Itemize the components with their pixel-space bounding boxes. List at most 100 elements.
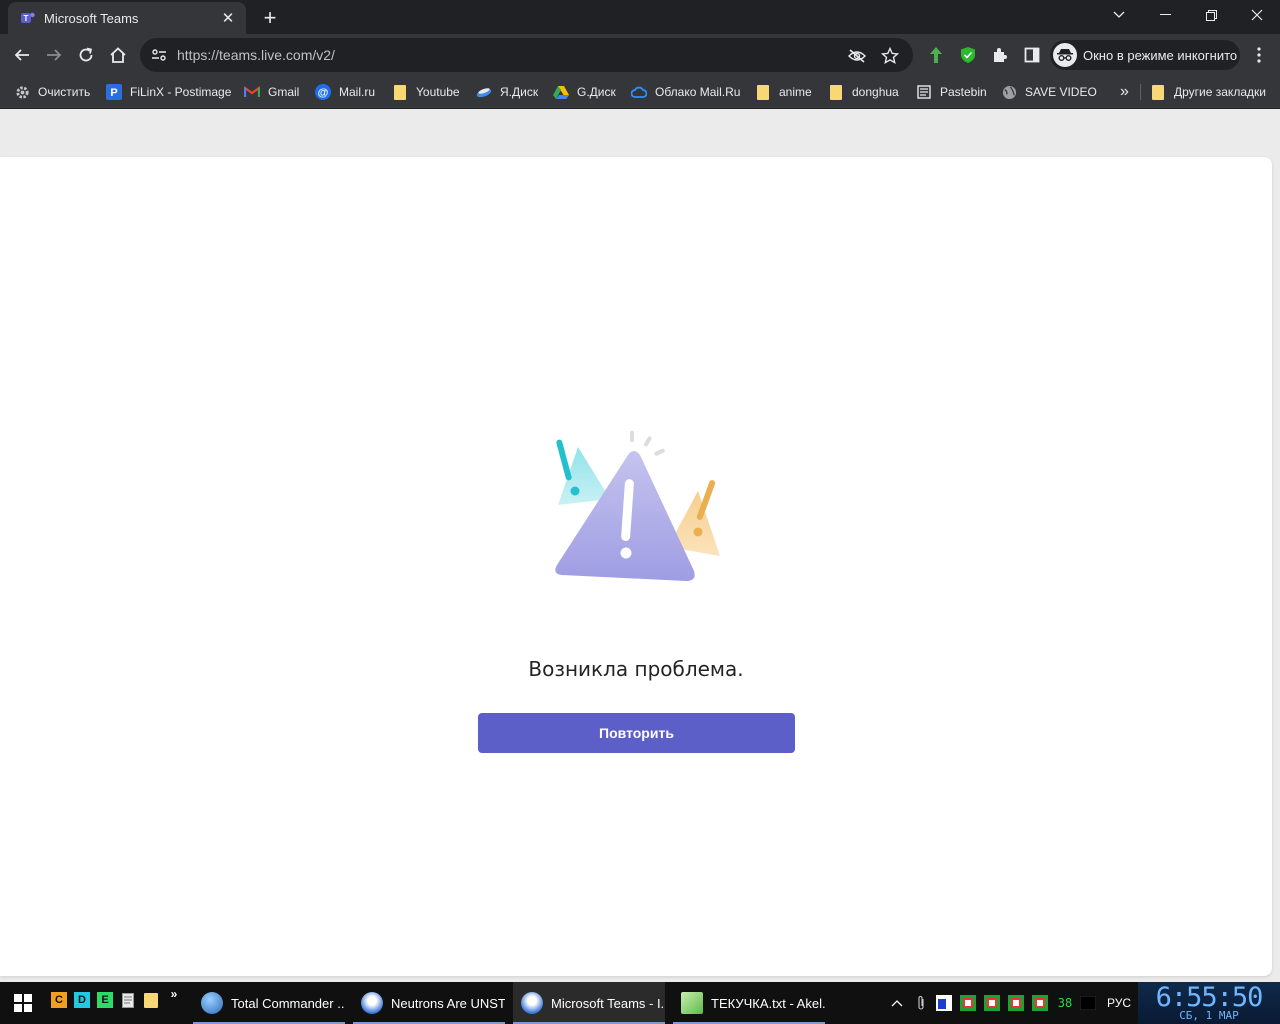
- quicklaunch-folder-icon[interactable]: [143, 992, 159, 1008]
- address-bar[interactable]: https://teams.live.com/v2/: [140, 38, 913, 72]
- pastebin-icon: [916, 84, 932, 100]
- eye-off-icon[interactable]: [847, 46, 867, 66]
- url-text[interactable]: https://teams.live.com/v2/: [177, 47, 335, 63]
- browser-toolbar: https://teams.live.com/v2/ Окно в режиме…: [0, 34, 1280, 76]
- taskbar-microsoft-teams[interactable]: Microsoft Teams - I...: [513, 982, 665, 1024]
- tray-chevron-up-icon[interactable]: [888, 994, 906, 1012]
- site-settings-icon[interactable]: [148, 44, 170, 66]
- tray-status-icon[interactable]: [984, 994, 1000, 1012]
- folder-icon: [755, 84, 771, 100]
- bookmark-yadisk[interactable]: Я.Диск: [476, 80, 538, 104]
- tray-app-icon[interactable]: [936, 994, 952, 1012]
- bookmarks-overflow-icon[interactable]: »: [1120, 80, 1129, 104]
- bookmark-label: Очистить: [38, 85, 91, 99]
- bookmark-postimage[interactable]: P FiLinX - Postimage: [106, 80, 231, 104]
- shield-extension-icon[interactable]: [958, 45, 978, 65]
- bookmark-label: anime: [779, 85, 812, 99]
- yadisk-icon: [476, 84, 492, 100]
- minimize-button[interactable]: [1142, 0, 1188, 30]
- home-button[interactable]: [102, 39, 134, 71]
- bookmark-label: G.Диск: [577, 85, 616, 99]
- paperclip-icon[interactable]: [913, 994, 929, 1012]
- error-title: Возникла проблема.: [528, 657, 744, 681]
- bookmark-pastebin[interactable]: Pastebin: [916, 80, 987, 104]
- gdrive-icon: [553, 84, 569, 100]
- arrow-up-extension-icon[interactable]: [926, 45, 946, 65]
- folder-icon: [392, 84, 408, 100]
- clock-date: СБ, 1 МАР: [1179, 1009, 1239, 1022]
- reload-button[interactable]: [70, 39, 102, 71]
- bookmark-label: Youtube: [416, 85, 460, 99]
- bookmark-label: Pastebin: [940, 85, 987, 99]
- windows-logo-icon: [14, 994, 32, 1012]
- svg-text:@: @: [318, 87, 329, 99]
- error-card: Возникла проблема. Повторить: [0, 157, 1272, 976]
- close-window-button[interactable]: [1234, 0, 1280, 30]
- language-indicator[interactable]: РУС: [1104, 994, 1134, 1012]
- tray-status-icon[interactable]: [960, 994, 976, 1012]
- bookmark-mailru[interactable]: @ Mail.ru: [315, 80, 375, 104]
- restore-button[interactable]: [1188, 0, 1234, 30]
- svg-text:P: P: [110, 87, 117, 99]
- akelpad-icon: [681, 992, 703, 1014]
- bookmark-gmail[interactable]: Gmail: [244, 80, 299, 104]
- tray-status-icon[interactable]: [1008, 994, 1024, 1012]
- menu-kebab-icon[interactable]: [1249, 45, 1269, 65]
- taskbar-clock[interactable]: 6:55:50 СБ, 1 МАР: [1138, 982, 1280, 1024]
- back-button[interactable]: [6, 39, 38, 71]
- quicklaunch-drive-e[interactable]: E: [97, 992, 113, 1008]
- forward-button[interactable]: [38, 39, 70, 71]
- quicklaunch-notepad-icon[interactable]: [120, 992, 136, 1008]
- bookmark-clear[interactable]: Очистить: [14, 80, 90, 104]
- tab-microsoft-teams[interactable]: T Microsoft Teams ✕: [8, 2, 246, 34]
- bookmark-anime[interactable]: anime: [755, 80, 812, 104]
- folder-icon: [828, 84, 844, 100]
- retry-button[interactable]: Повторить: [478, 713, 795, 753]
- extensions-puzzle-icon[interactable]: [990, 45, 1010, 65]
- quicklaunch-drive-d[interactable]: D: [74, 992, 90, 1008]
- bookmark-label: donghua: [852, 85, 899, 99]
- quicklaunch-more-icon[interactable]: »: [166, 986, 182, 1002]
- bookmark-cloud-mailru[interactable]: Облако Mail.Ru: [631, 80, 740, 104]
- bookmark-youtube[interactable]: Youtube: [392, 80, 460, 104]
- tab-close-icon[interactable]: ✕: [218, 8, 238, 28]
- gmail-icon: [244, 84, 260, 100]
- mailru-icon: @: [315, 84, 331, 100]
- windows-taskbar: C D E » Total Commander ... Neutrons Are…: [0, 982, 1280, 1024]
- side-panel-icon[interactable]: [1022, 45, 1042, 65]
- warning-illustration-icon: [548, 429, 728, 589]
- taskbar-total-commander[interactable]: Total Commander ...: [193, 982, 345, 1024]
- tray-counter[interactable]: 38: [1055, 994, 1075, 1012]
- new-tab-button[interactable]: +: [258, 5, 282, 30]
- task-label: Neutrons Are UNST...: [391, 995, 505, 1011]
- browser-app-icon: [521, 992, 543, 1014]
- start-button[interactable]: [0, 982, 46, 1024]
- incognito-indicator[interactable]: Окно в режиме инкогнито: [1050, 40, 1240, 70]
- tab-search-chevron-icon[interactable]: [1096, 0, 1142, 30]
- gear-icon: [14, 84, 30, 100]
- bookmark-other[interactable]: Другие закладки: [1150, 80, 1266, 104]
- bookmark-label: Я.Диск: [500, 85, 539, 99]
- tab-title: Microsoft Teams: [44, 10, 139, 26]
- globe-app-icon: [201, 992, 223, 1014]
- quicklaunch-drive-c[interactable]: C: [51, 992, 67, 1008]
- taskbar-neutrons[interactable]: Neutrons Are UNST...: [353, 982, 505, 1024]
- bookmark-label: FiLinX - Postimage: [130, 85, 232, 99]
- incognito-label: Окно в режиме инкогнито: [1083, 47, 1238, 63]
- task-label: Microsoft Teams - I...: [551, 995, 665, 1011]
- svg-text:T: T: [24, 14, 29, 23]
- taskbar-akelpad[interactable]: ТЕКУЧКА.txt - Akel...: [673, 982, 825, 1024]
- task-label: ТЕКУЧКА.txt - Akel...: [711, 995, 825, 1011]
- bookmark-label: Mail.ru: [339, 85, 376, 99]
- tray-status-icon[interactable]: [1032, 994, 1048, 1012]
- bookmark-star-icon[interactable]: [880, 46, 900, 66]
- tray-app-icon[interactable]: [1080, 994, 1096, 1012]
- page-content: Возникла проблема. Повторить: [0, 109, 1280, 982]
- bookmark-gdrive[interactable]: G.Диск: [553, 80, 616, 104]
- bookmark-donghua[interactable]: donghua: [828, 80, 899, 104]
- bookmark-save-video[interactable]: SAVE VIDEO: [1001, 80, 1097, 104]
- bookmarks-divider: [1140, 84, 1141, 100]
- bookmark-label: Gmail: [268, 85, 300, 99]
- bookmark-label: SAVE VIDEO: [1025, 85, 1097, 99]
- browser-app-icon: [361, 992, 383, 1014]
